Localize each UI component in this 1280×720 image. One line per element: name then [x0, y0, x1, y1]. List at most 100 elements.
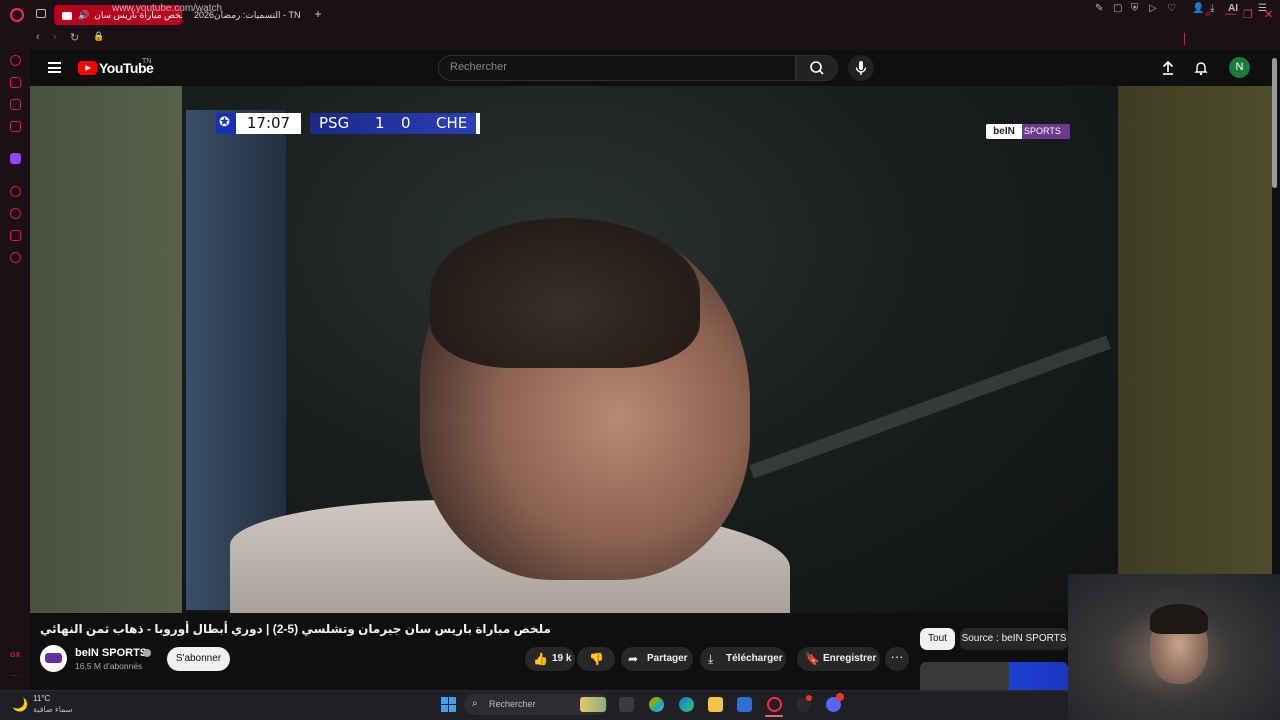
- bookmark-icon: 🔖: [805, 652, 820, 666]
- scoreboard: PSG 1 0 CHE: [310, 113, 476, 134]
- history-icon[interactable]: [10, 208, 21, 219]
- share-icon: ➦: [628, 652, 639, 666]
- profile-icon[interactable]: 👤: [1192, 3, 1204, 14]
- notifications-icon[interactable]: [1193, 60, 1209, 81]
- like-button[interactable]: 👍 19 k: [525, 647, 575, 671]
- champions-league-icon: [216, 113, 236, 134]
- copilot-icon[interactable]: [649, 697, 664, 712]
- url-text[interactable]: www.youtube.com/watch: [112, 3, 222, 14]
- restore-icon[interactable]: ❐: [1243, 8, 1253, 21]
- channel-avatar[interactable]: [40, 645, 67, 672]
- back-icon[interactable]: ‹: [36, 31, 40, 43]
- task-view-icon[interactable]: [619, 697, 634, 712]
- forward-icon[interactable]: ›: [53, 31, 57, 43]
- ambient-left: [30, 86, 182, 613]
- edge-icon[interactable]: [679, 697, 694, 712]
- chip-all[interactable]: Tout: [920, 628, 955, 650]
- pin-icon[interactable]: ✎: [1095, 3, 1103, 14]
- menu-icon[interactable]: [48, 62, 61, 73]
- subscribe-button[interactable]: S'abonner: [167, 647, 230, 671]
- download-video-icon: ⤓: [708, 652, 714, 666]
- more-actions-icon[interactable]: ···: [885, 647, 909, 671]
- voice-search-button[interactable]: [848, 55, 874, 81]
- aria-icon[interactable]: [10, 55, 21, 66]
- thumbs-up-icon: 👍: [533, 652, 548, 666]
- separator: [1184, 33, 1185, 45]
- speaker-icon: 🔊: [78, 10, 90, 20]
- upload-icon[interactable]: [1160, 60, 1176, 81]
- temperature[interactable]: 11°C: [33, 694, 50, 703]
- save-button[interactable]: 🔖 Enregistrer: [797, 647, 880, 671]
- windows-start-icon[interactable]: [441, 697, 456, 712]
- away-team: CHE: [436, 114, 468, 132]
- video-title: ملخص مباراة باريس سان جيرمان وتشلسي (5-2…: [40, 622, 551, 636]
- microphone-icon: [855, 61, 867, 75]
- file-explorer-icon[interactable]: [708, 697, 723, 712]
- discord-badge: [836, 693, 844, 701]
- opera-sidebar: [0, 50, 30, 690]
- twitch-icon[interactable]: [10, 153, 21, 164]
- bein-sports-logo: beIN SPORTS: [986, 124, 1070, 139]
- store-icon[interactable]: [737, 697, 752, 712]
- weather-description[interactable]: سماء صافية: [33, 705, 73, 714]
- taskbar-search-icon: ⌕: [472, 698, 478, 709]
- easy-setup-icon[interactable]: ☰: [1258, 3, 1267, 14]
- download-icon[interactable]: ⤓: [1210, 3, 1214, 14]
- page-scrollbar[interactable]: [1272, 58, 1277, 188]
- thumbs-down-icon: 👎: [589, 652, 604, 666]
- share-button[interactable]: ➦ Partager: [621, 647, 693, 671]
- player-hair: [430, 218, 700, 368]
- shield-icon[interactable]: ⛨: [1131, 3, 1139, 14]
- channel-name[interactable]: beIN SPORTS: [75, 647, 147, 659]
- taskbar-search-label: Rechercher: [489, 699, 536, 709]
- like-count: 19 k: [552, 653, 572, 664]
- away-score: 0: [401, 114, 411, 132]
- calendar-icon[interactable]: [10, 121, 21, 132]
- scoreboard-edge: [476, 113, 480, 134]
- webcam-hair: [1150, 604, 1208, 634]
- search-highlight-icon: [580, 697, 606, 712]
- subscriber-count: 16,5 M d'abonnés: [75, 661, 143, 671]
- recommended-video-thumbnail[interactable]: [920, 662, 1068, 690]
- more-icon[interactable]: ···: [11, 670, 20, 680]
- logo-part-bein: beIN: [986, 124, 1022, 139]
- tab-menu-icon[interactable]: [36, 9, 46, 18]
- opera-gx-taskbar-icon[interactable]: [767, 697, 782, 712]
- ambient-right: [1118, 86, 1272, 574]
- notification-dot: [806, 695, 812, 701]
- heart-icon[interactable]: ♡: [1167, 3, 1176, 14]
- download-button[interactable]: ⤓ Télécharger: [700, 647, 786, 671]
- share-label: Partager: [647, 653, 688, 664]
- home-team: PSG: [319, 114, 350, 132]
- search-placeholder: Rechercher: [450, 61, 507, 73]
- youtube-logo-icon[interactable]: [78, 61, 97, 75]
- youtube-favicon-icon: [62, 11, 72, 20]
- weather-moon-icon[interactable]: 🌙: [12, 697, 28, 713]
- shopping-icon[interactable]: [10, 77, 21, 88]
- settings-icon[interactable]: [10, 252, 21, 263]
- search-icon: [810, 61, 824, 75]
- home-score: 1: [375, 114, 385, 132]
- verified-icon: [143, 649, 151, 657]
- snapshot-icon[interactable]: ▢: [1113, 3, 1122, 14]
- ai-icon[interactable]: AI: [1228, 3, 1238, 14]
- address-bar: [0, 30, 1280, 50]
- download-label: Télécharger: [726, 653, 783, 664]
- match-clock: 17:07: [236, 113, 301, 134]
- messenger-icon[interactable]: [10, 99, 21, 110]
- opera-logo-icon[interactable]: [10, 8, 24, 22]
- dislike-button[interactable]: 👎: [577, 647, 615, 671]
- search-button[interactable]: [796, 55, 838, 81]
- logo-part-sports: SPORTS: [1024, 126, 1061, 136]
- save-label: Enregistrer: [823, 653, 877, 664]
- new-tab-plus-icon[interactable]: +: [312, 8, 324, 20]
- country-code: TN: [142, 58, 152, 65]
- extensions-icon[interactable]: [10, 230, 21, 241]
- reload-icon[interactable]: ↻: [70, 31, 79, 44]
- gx-icon[interactable]: GX: [10, 652, 20, 659]
- account-avatar[interactable]: N: [1229, 57, 1250, 78]
- chip-source[interactable]: Source : beIN SPORTS: [960, 628, 1068, 650]
- play-icon[interactable]: ▷: [1149, 3, 1157, 14]
- player-icon[interactable]: [10, 186, 21, 197]
- active-app-indicator: [765, 715, 783, 717]
